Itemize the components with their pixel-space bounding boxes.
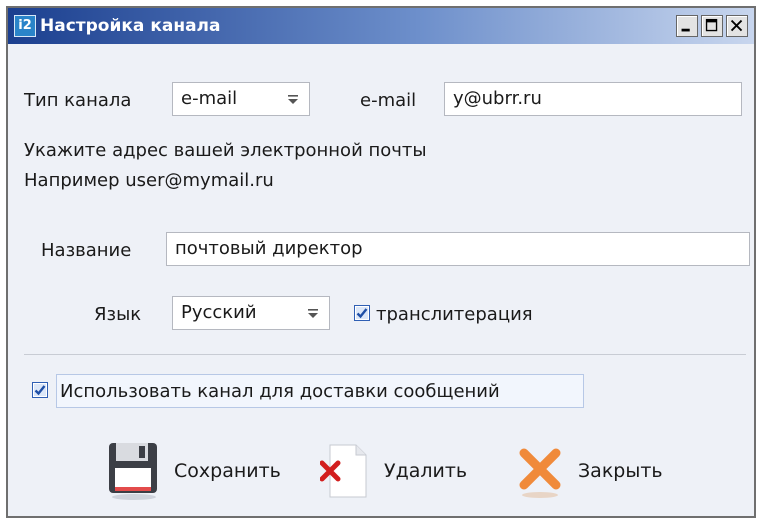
close-x-icon: [519, 448, 561, 498]
save-button[interactable]: Сохранить: [106, 436, 281, 506]
channel-type-value: e-mail: [181, 88, 238, 109]
floppy-disk-icon: [109, 443, 157, 500]
transliteration-label[interactable]: транслитерация: [376, 304, 533, 325]
delivery-checkbox[interactable]: [32, 382, 48, 398]
separator: [24, 354, 746, 355]
delivery-label[interactable]: Использовать канал для доставки сообщени…: [60, 381, 500, 402]
maximize-button[interactable]: [701, 15, 723, 37]
title-bar[interactable]: i2 Настройка канала: [8, 8, 754, 44]
language-label: Язык: [94, 304, 142, 325]
minimize-icon: [681, 28, 690, 32]
channel-type-label: Тип канала: [24, 90, 132, 111]
hint-line-1: Укажите адрес вашей электронной почты: [24, 140, 427, 161]
name-value: почтовый директор: [175, 238, 363, 259]
delete-label: Удалить: [384, 460, 468, 482]
save-label: Сохранить: [174, 460, 281, 482]
delete-button[interactable]: Удалить: [320, 436, 467, 506]
transliteration-checkbox[interactable]: [354, 305, 370, 321]
language-select[interactable]: Русский: [172, 296, 330, 330]
minimize-button[interactable]: [676, 15, 698, 37]
chevron-down-icon[interactable]: [281, 87, 305, 111]
maximize-icon: [705, 18, 718, 32]
close-window-button[interactable]: [726, 15, 748, 37]
window-title: Настройка канала: [40, 16, 221, 36]
close-button[interactable]: Закрыть: [516, 436, 663, 506]
delete-document-icon: [320, 444, 367, 498]
name-input[interactable]: почтовый директор: [166, 232, 750, 266]
name-label: Название: [41, 240, 132, 261]
channel-settings-window: i2 Настройка канала Тип канала e-mail e-…: [6, 6, 756, 518]
chevron-down-icon[interactable]: [301, 301, 325, 325]
hint-line-2: Например user@mymail.ru: [24, 170, 274, 191]
channel-type-select[interactable]: e-mail: [172, 82, 310, 116]
email-value: y@ubrr.ru: [453, 88, 542, 109]
email-label: e-mail: [360, 90, 417, 111]
close-icon: [730, 19, 743, 32]
close-label: Закрыть: [578, 460, 663, 482]
language-value: Русский: [181, 302, 257, 323]
app-icon: i2: [14, 15, 36, 37]
email-input[interactable]: y@ubrr.ru: [444, 82, 742, 116]
